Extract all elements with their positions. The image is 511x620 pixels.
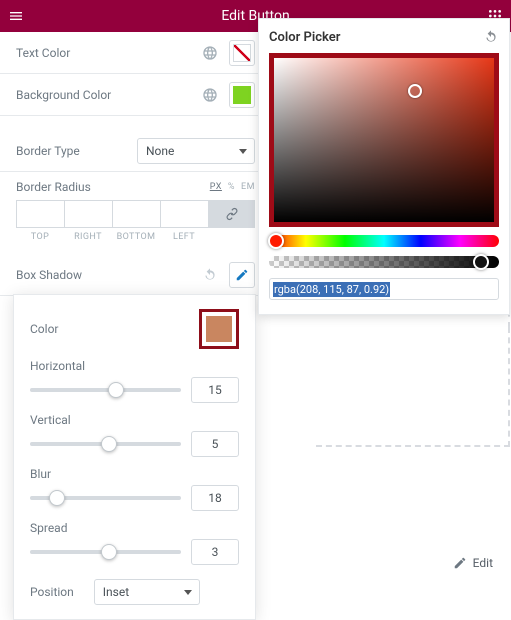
- style-panel: Text Color Background Color Border Type: [0, 32, 271, 296]
- side-label-right: RIGHT: [64, 232, 112, 242]
- hue-slider[interactable]: [269, 235, 499, 247]
- alpha-knob[interactable]: [473, 254, 489, 270]
- reset-icon[interactable]: [197, 262, 223, 288]
- bs-horizontal-label: Horizontal: [30, 359, 239, 373]
- box-shadow-edit-button[interactable]: [229, 262, 255, 288]
- color-value-input[interactable]: rgba(208, 115, 87, 0.92): [269, 278, 499, 300]
- text-color-swatch[interactable]: [229, 40, 255, 66]
- box-shadow-popup: Color Horizontal Vertical Blur: [13, 294, 256, 620]
- bs-position-select[interactable]: [94, 579, 200, 605]
- slider-thumb[interactable]: [101, 436, 117, 452]
- color-picker-title: Color Picker: [269, 30, 340, 45]
- radius-right-input[interactable]: [64, 200, 112, 228]
- text-color-label: Text Color: [16, 46, 70, 60]
- hue-knob[interactable]: [268, 233, 284, 249]
- bs-blur-input[interactable]: [191, 485, 239, 511]
- bs-vertical-label: Vertical: [30, 413, 239, 427]
- bs-color-preview: [206, 316, 232, 342]
- bs-blur-slider[interactable]: [30, 488, 181, 508]
- background-color-row: Background Color: [0, 74, 271, 116]
- side-label-left: LEFT: [160, 232, 208, 242]
- bs-vertical-slider[interactable]: [30, 434, 181, 454]
- slider-thumb[interactable]: [101, 544, 117, 560]
- globe-icon[interactable]: [197, 82, 223, 108]
- border-type-label: Border Type: [16, 144, 80, 158]
- unit-em[interactable]: EM: [241, 182, 255, 192]
- box-shadow-label: Box Shadow: [16, 268, 82, 282]
- link-values-button[interactable]: [208, 200, 255, 228]
- background-color-swatch[interactable]: [229, 82, 255, 108]
- border-type-select[interactable]: [137, 138, 255, 164]
- radius-bottom-input[interactable]: [112, 200, 160, 228]
- side-label-top: TOP: [16, 232, 64, 242]
- bs-vertical-input[interactable]: [191, 431, 239, 457]
- edit-link[interactable]: Edit: [453, 556, 493, 570]
- color-field[interactable]: [269, 53, 499, 227]
- bs-spread-label: Spread: [30, 521, 239, 535]
- bs-color-swatch[interactable]: [199, 309, 239, 349]
- text-color-row: Text Color: [0, 32, 271, 74]
- color-field-cursor[interactable]: [408, 84, 422, 98]
- alpha-slider[interactable]: [269, 256, 499, 268]
- bs-spread-slider[interactable]: [30, 542, 181, 562]
- globe-icon[interactable]: [197, 40, 223, 66]
- bs-horizontal-input[interactable]: [191, 377, 239, 403]
- bs-horizontal-slider[interactable]: [30, 380, 181, 400]
- bs-position-label: Position: [30, 585, 74, 599]
- unit-px[interactable]: PX: [210, 182, 222, 192]
- radius-left-input[interactable]: [160, 200, 208, 228]
- unit-switch: PX % EM: [210, 182, 255, 192]
- border-type-row: Border Type: [0, 130, 271, 172]
- unit-percent[interactable]: %: [228, 182, 235, 192]
- color-swatch-green: [233, 86, 251, 104]
- slider-thumb[interactable]: [49, 490, 65, 506]
- reset-icon[interactable]: [483, 29, 499, 45]
- bs-blur-label: Blur: [30, 467, 239, 481]
- side-label-bottom: BOTTOM: [112, 232, 160, 242]
- border-radius-label: Border Radius: [16, 180, 91, 194]
- no-color-icon: [233, 44, 251, 62]
- background-color-label: Background Color: [16, 88, 111, 102]
- color-value-text: rgba(208, 115, 87, 0.92): [273, 282, 390, 297]
- menu-icon[interactable]: [8, 8, 24, 24]
- bs-color-label: Color: [30, 322, 58, 336]
- box-shadow-row: Box Shadow: [0, 254, 271, 296]
- bs-position-select-wrap: [94, 579, 200, 605]
- color-picker-panel: Color Picker rgba(208, 115, 87, 0.92): [258, 18, 510, 315]
- edit-link-label: Edit: [473, 556, 493, 570]
- border-radius-section: Border Radius PX % EM TOP RIGHT BOTTOM L…: [0, 172, 271, 254]
- pencil-icon: [453, 556, 467, 570]
- slider-thumb[interactable]: [108, 382, 124, 398]
- bs-spread-input[interactable]: [191, 539, 239, 565]
- border-type-select-wrap: [137, 138, 255, 164]
- radius-top-input[interactable]: [16, 200, 64, 228]
